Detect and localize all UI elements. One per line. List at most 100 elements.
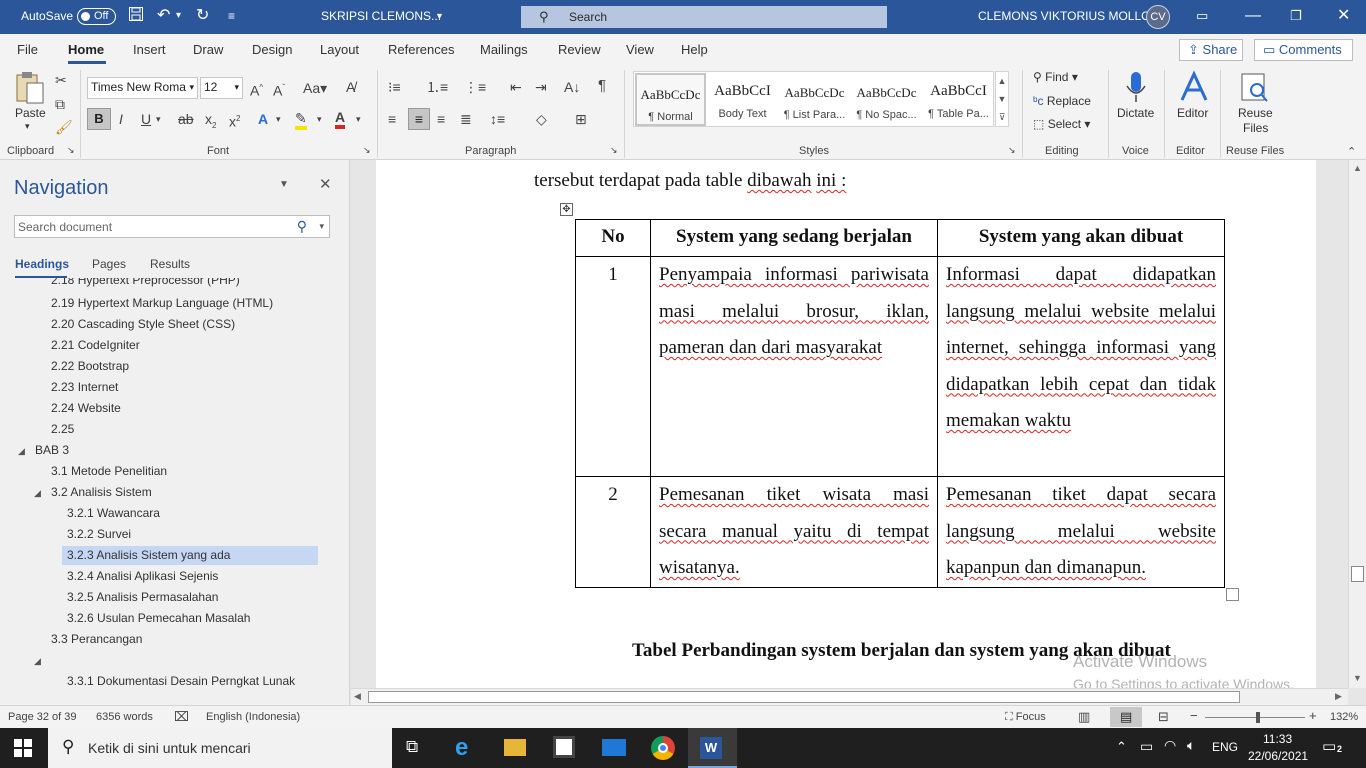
zoom-level[interactable]: 132% xyxy=(1330,711,1358,723)
read-mode-icon[interactable]: ▥ xyxy=(1078,709,1090,725)
styles-launcher-icon[interactable]: ↘ xyxy=(1008,145,1016,156)
tab-headings[interactable]: Headings xyxy=(15,257,69,271)
font-size-select[interactable]: 12 ▾ xyxy=(200,77,243,99)
subscript-icon[interactable]: x2 xyxy=(205,111,216,134)
print-layout-button[interactable]: ▤ xyxy=(1110,707,1142,727)
heading-item[interactable]: 2.22 Bootstrap xyxy=(51,356,129,377)
word-taskbar-button[interactable]: W xyxy=(688,728,737,768)
paragraph-launcher-icon[interactable]: ↘ xyxy=(610,145,618,156)
paste-label[interactable]: Paste xyxy=(15,106,46,120)
horizontal-scrollbar[interactable]: ◀ ▶ xyxy=(351,688,1348,705)
redo-icon[interactable]: ↻ xyxy=(196,6,209,26)
font-color-icon[interactable]: A xyxy=(335,109,346,129)
bold-button[interactable]: B xyxy=(87,108,111,130)
style-list-paragraph[interactable]: AaBbCcDc ¶ List Para... xyxy=(779,73,850,126)
tab-help[interactable]: Help xyxy=(681,42,708,57)
heading-item[interactable]: 3.2.1 Wawancara xyxy=(67,503,160,524)
superscript-icon[interactable]: x2 xyxy=(229,111,240,130)
font-color-dropdown-icon[interactable]: ▾ xyxy=(356,111,361,127)
zoom-out-icon[interactable]: − xyxy=(1190,708,1198,723)
search-box[interactable]: ⚲ Search xyxy=(521,6,887,28)
justify-icon[interactable]: ≣ xyxy=(460,111,472,127)
heading-item[interactable]: 2.21 CodeIgniter xyxy=(51,335,140,356)
collapse-triangle-icon[interactable]: ◢ xyxy=(34,488,41,499)
file-explorer-icon[interactable] xyxy=(504,739,526,756)
chrome-icon[interactable] xyxy=(651,736,675,760)
cell-no[interactable]: 1 xyxy=(575,256,651,477)
restore-icon[interactable]: ❐ xyxy=(1290,6,1302,26)
tab-pages[interactable]: Pages xyxy=(92,257,126,271)
heading-item[interactable]: 3.2.5 Analisis Permasalahan xyxy=(67,587,218,608)
heading-item[interactable]: 2.19 Hypertext Markup Language (HTML) xyxy=(51,293,273,314)
task-view-icon[interactable]: ⧉ xyxy=(406,737,418,757)
heading-item[interactable]: 2.20 Cascading Style Sheet (CSS) xyxy=(51,314,235,335)
underline-dropdown-icon[interactable]: ▾ xyxy=(156,111,161,127)
highlight-icon[interactable]: ✎ xyxy=(295,110,307,130)
decrease-indent-icon[interactable]: ⇤ xyxy=(510,79,522,95)
heading-item[interactable]: 3.2 Analisis Sistem xyxy=(51,482,152,503)
input-language[interactable]: ENG xyxy=(1212,740,1238,754)
save-icon[interactable] xyxy=(128,6,144,28)
cell-no[interactable]: 2 xyxy=(575,476,651,588)
tab-design[interactable]: Design xyxy=(252,42,292,57)
style-no-spacing[interactable]: AaBbCcDc ¶ No Spac... xyxy=(851,73,922,126)
style-body-text[interactable]: AaBbCcI Body Text xyxy=(707,73,778,126)
show-hidden-icons-icon[interactable]: ⌃ xyxy=(1116,739,1127,755)
increase-indent-icon[interactable]: ⇥ xyxy=(535,79,547,95)
tab-view[interactable]: View xyxy=(626,42,654,57)
italic-icon[interactable]: I xyxy=(119,111,123,127)
text-effects-icon[interactable]: A xyxy=(258,111,268,127)
align-right-icon[interactable]: ≡ xyxy=(437,111,445,127)
tab-layout[interactable]: Layout xyxy=(320,42,359,57)
align-center-button[interactable]: ≡ xyxy=(408,108,430,130)
title-dropdown-icon[interactable]: ▼ xyxy=(435,11,444,21)
scroll-left-icon[interactable]: ◀ xyxy=(354,691,361,702)
scroll-right-icon[interactable]: ▶ xyxy=(1335,691,1342,702)
align-left-icon[interactable]: ≡ xyxy=(388,111,396,127)
close-icon[interactable]: ✕ xyxy=(1337,6,1350,26)
notifications-icon[interactable]: ▭ xyxy=(1322,737,1336,755)
change-case-icon[interactable]: Aa▾ xyxy=(303,80,327,96)
style-normal[interactable]: AaBbCcDc ¶ Normal xyxy=(635,73,706,126)
heading-item[interactable]: 3.1 Metode Penelitian xyxy=(51,461,167,482)
sort-icon[interactable]: A↓ xyxy=(564,79,580,95)
tab-home[interactable]: Home xyxy=(68,42,104,57)
shading-icon[interactable]: ◇ xyxy=(536,111,547,127)
clipboard-launcher-icon[interactable]: ↘ xyxy=(67,145,75,156)
intro-text[interactable]: tersebut terdapat pada table dibawah ini… xyxy=(534,170,846,192)
language[interactable]: English (Indonesia) xyxy=(206,711,300,723)
line-spacing-icon[interactable]: ↕≡ xyxy=(490,111,505,127)
cut-icon[interactable]: ✂ xyxy=(55,72,67,88)
tab-references[interactable]: References xyxy=(388,42,454,57)
wifi-icon[interactable]: ◠ xyxy=(1164,737,1176,754)
scroll-up-icon[interactable]: ▲ xyxy=(1353,163,1362,173)
heading-item[interactable]: 3.2.2 Survei xyxy=(67,524,131,545)
web-layout-icon[interactable]: ⊟ xyxy=(1158,709,1169,725)
replace-button[interactable]: ᵇc Replace xyxy=(1033,94,1091,108)
vertical-scrollbar[interactable]: ▲ ▼ xyxy=(1348,160,1366,688)
clock-time[interactable]: 11:33 xyxy=(1263,732,1292,746)
tab-mailings[interactable]: Mailings xyxy=(480,42,528,57)
style-table-paragraph[interactable]: AaBbCcI ¶ Table Pa... xyxy=(923,73,994,126)
clock-date[interactable]: 22/06/2021 xyxy=(1248,749,1308,763)
word-count[interactable]: 6356 words xyxy=(96,711,153,723)
focus-button[interactable]: ⛶ Focus xyxy=(1005,711,1046,724)
editor-icon[interactable] xyxy=(1178,70,1210,104)
tab-results[interactable]: Results xyxy=(150,257,190,271)
comparison-table[interactable]: No System yang sedang berjalan System ya… xyxy=(575,219,1225,588)
highlight-dropdown-icon[interactable]: ▾ xyxy=(317,111,322,127)
h-scroll-thumb[interactable] xyxy=(368,691,1240,703)
autosave-toggle[interactable]: Off xyxy=(77,8,116,25)
nav-options-icon[interactable]: ▼ xyxy=(279,179,289,190)
taskbar-search-box[interactable]: ⚲ Ketik di sini untuk mencari xyxy=(48,728,392,768)
clear-formatting-icon[interactable]: A̸ xyxy=(346,79,355,95)
zoom-in-icon[interactable]: + xyxy=(1309,708,1317,723)
heading-item[interactable]: 2.24 Website xyxy=(51,398,121,419)
collapse-triangle-icon[interactable]: ◢ xyxy=(34,656,41,667)
collapse-triangle-icon[interactable]: ◢ xyxy=(18,446,25,457)
share-button[interactable]: ⇪ Share xyxy=(1179,39,1243,61)
cell-current[interactable]: Penyampaia informasi pariwisata masi mel… xyxy=(650,256,938,477)
minimize-icon[interactable]: — xyxy=(1245,6,1261,26)
avatar[interactable]: CV xyxy=(1146,5,1170,29)
tab-review[interactable]: Review xyxy=(558,42,601,57)
